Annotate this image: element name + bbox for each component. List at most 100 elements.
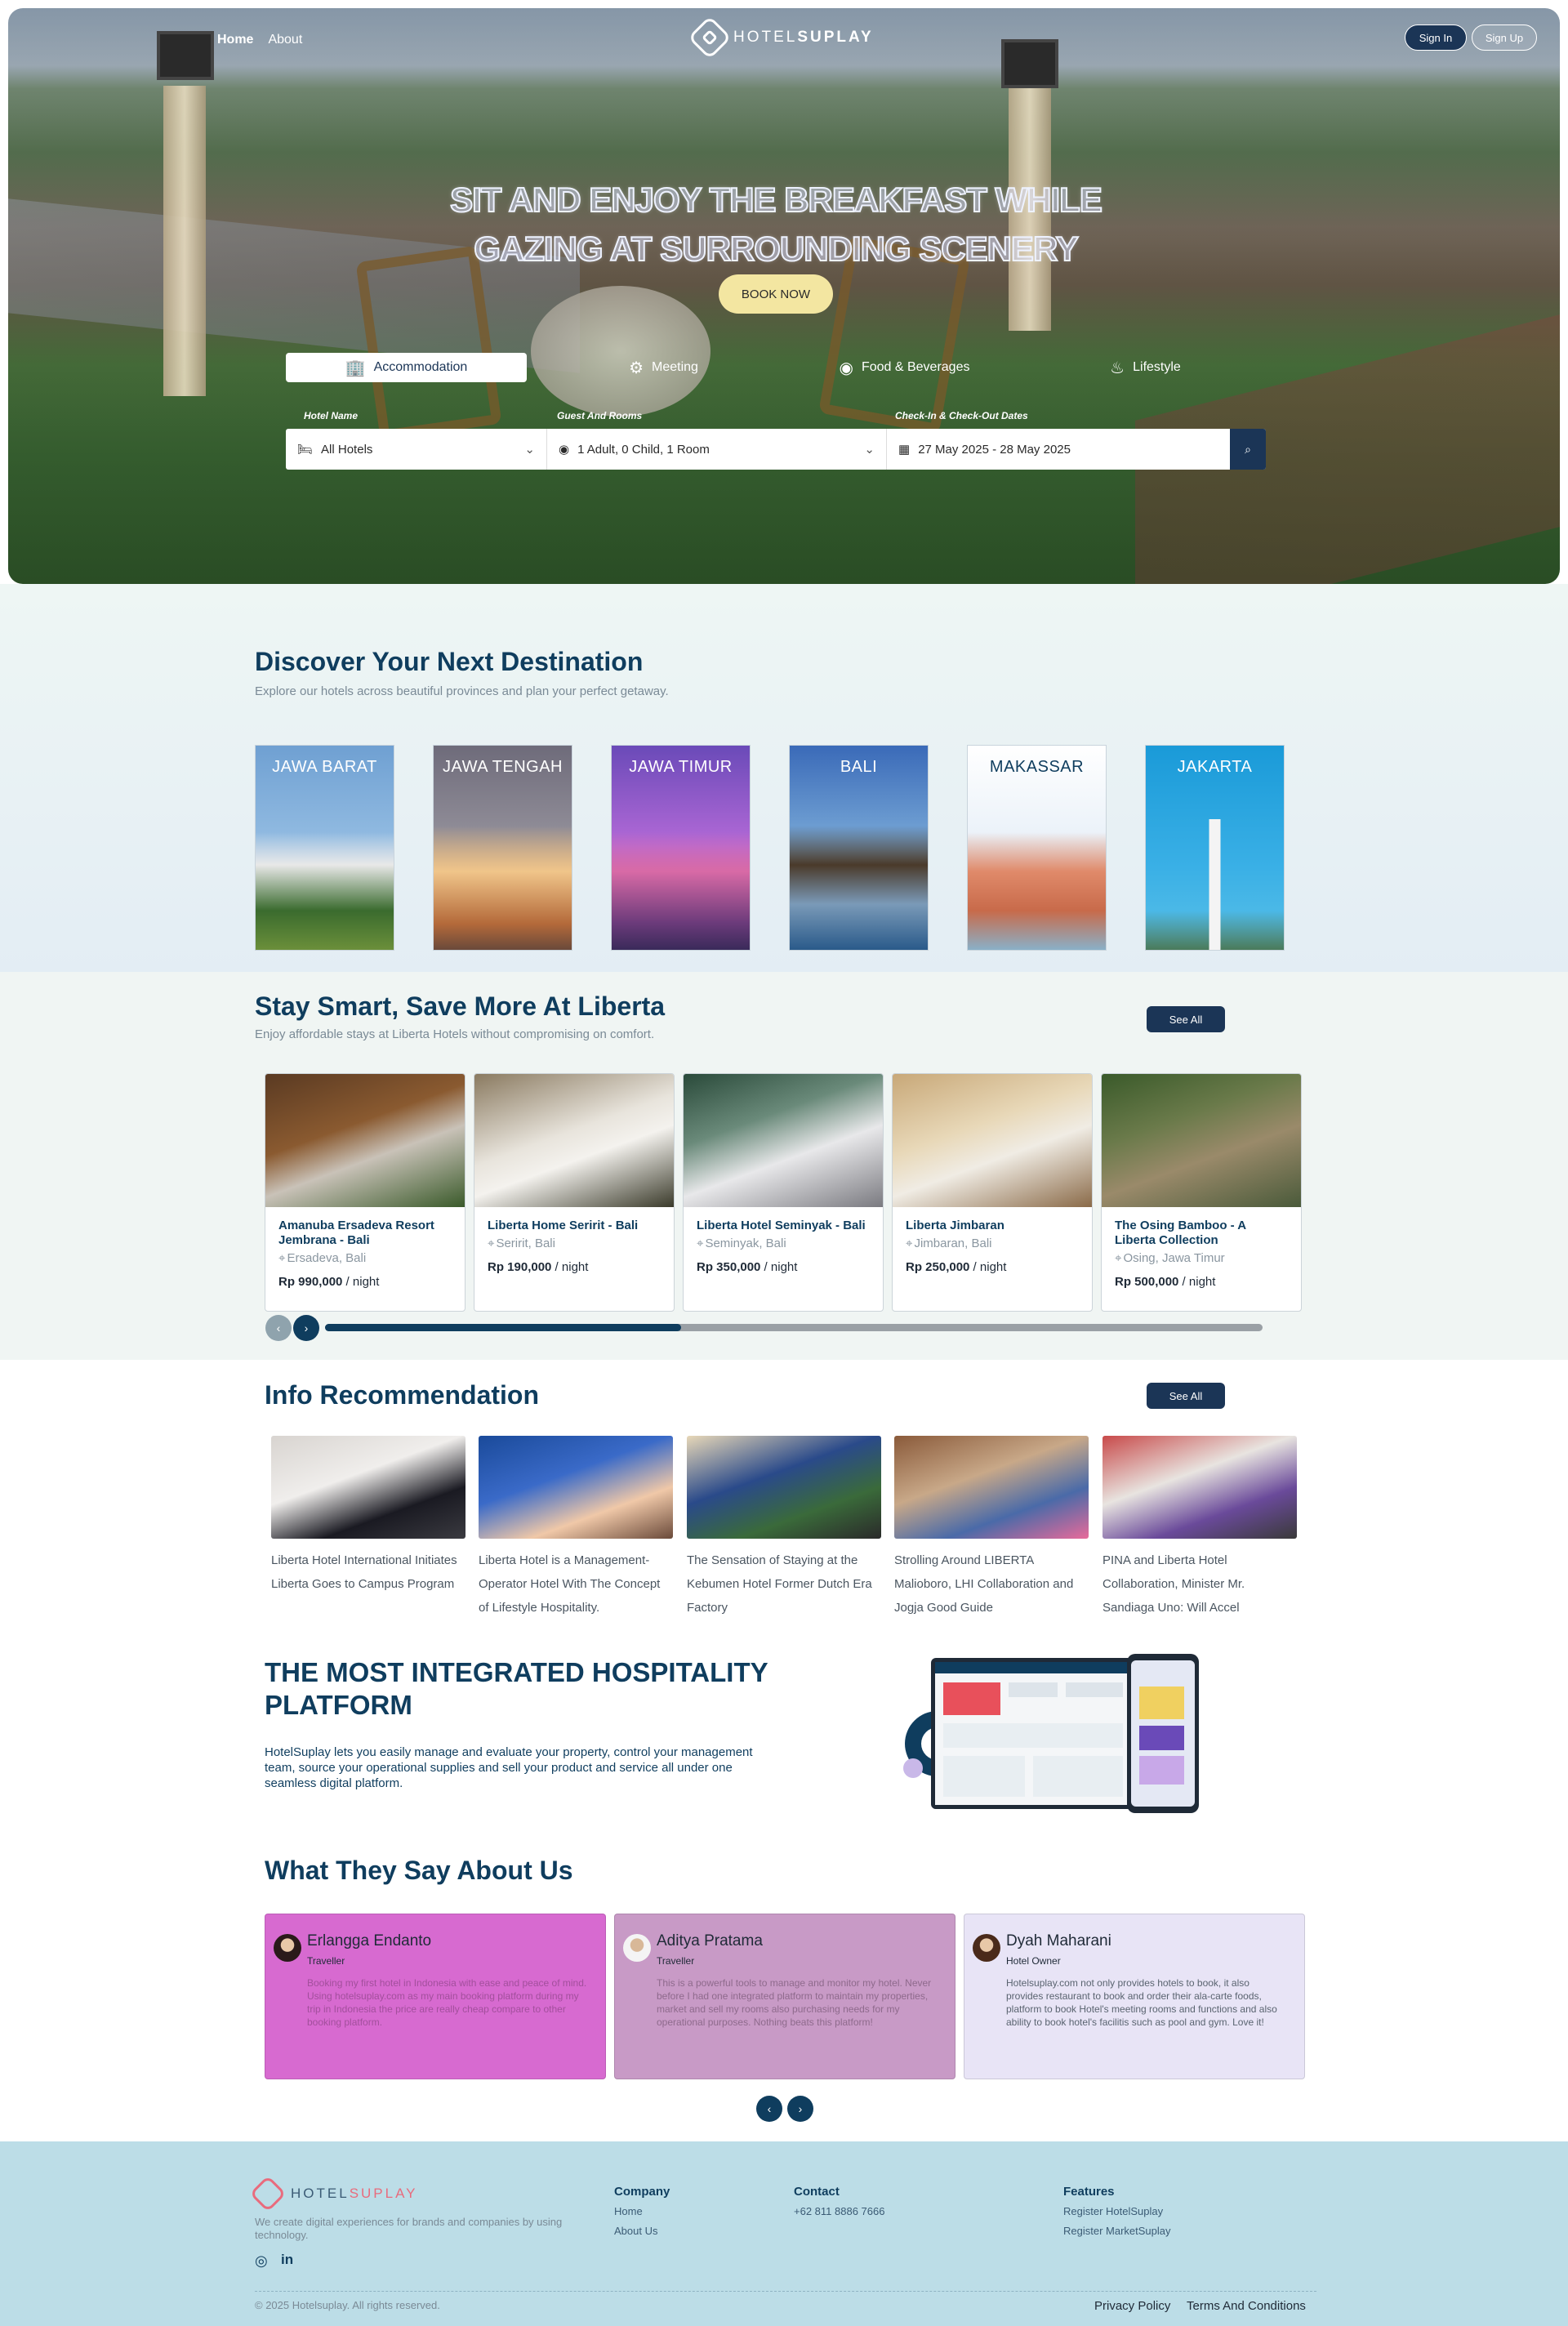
- testimonial-role: Traveller: [657, 1955, 695, 1967]
- hotel-location: ⌖ Ersadeva, Bali: [278, 1251, 367, 1265]
- hotel-card[interactable]: Amanuba Ersadeva Resort Jembrana - Bali …: [265, 1073, 466, 1312]
- gear-icon: ⚙: [629, 359, 644, 377]
- hotel-card[interactable]: Liberta Home Seririt - Bali ⌖ Seririt, Ba…: [474, 1073, 675, 1312]
- chevron-down-icon: ⌄: [524, 443, 535, 457]
- guest-rooms-select[interactable]: ◉ 1 Adult, 0 Child, 1 Room ⌄: [547, 429, 887, 470]
- chevron-right-icon: ›: [798, 2102, 803, 2115]
- hotel-image: [684, 1074, 883, 1207]
- platform-title: THE MOST INTEGRATED HOSPITALITY PLATFORM: [265, 1657, 768, 1720]
- article-title: Liberta Hotel is a Management-Operator H…: [479, 1553, 661, 1615]
- destination-card-makassar[interactable]: MAKASSAR: [967, 745, 1107, 951]
- destination-card-jawa-barat[interactable]: JAWA BARAT: [255, 745, 394, 951]
- info-see-all-button[interactable]: See All: [1147, 1383, 1225, 1409]
- hotel-name: Amanuba Ersadeva Resort Jembrana - Bali: [278, 1219, 434, 1247]
- hotel-card[interactable]: Liberta Hotel Seminyak - Bali ⌖ Seminyak,…: [683, 1073, 884, 1312]
- service-tabs: 🏢 Accommodation ⚙ Meeting ◉ Food & Bever…: [286, 353, 1266, 382]
- privacy-policy-link[interactable]: Privacy Policy: [1094, 2299, 1170, 2313]
- hotelsuplay-logo[interactable]: HOTELSUPLAY: [688, 16, 874, 60]
- hotel-name: The Osing Bamboo - A Liberta Collection: [1115, 1219, 1246, 1247]
- destination-card-bali[interactable]: BALI: [789, 745, 929, 951]
- carousel-next-button[interactable]: ›: [293, 1315, 319, 1341]
- guest-rooms-value: 1 Adult, 0 Child, 1 Room: [577, 442, 710, 457]
- tab-accommodation[interactable]: 🏢 Accommodation: [286, 353, 527, 382]
- main-nav: Home About: [217, 33, 302, 47]
- testimonial-next-button[interactable]: ›: [787, 2096, 813, 2122]
- hotel-name: Liberta Jimbaran: [906, 1219, 1004, 1232]
- hotel-select[interactable]: 🛏 All Hotels ⌄: [286, 429, 547, 470]
- destination-card-jakarta[interactable]: JAKARTA: [1145, 745, 1285, 951]
- book-now-button[interactable]: BOOK NOW: [719, 274, 833, 314]
- bed-icon: 🛏: [297, 443, 314, 457]
- tab-meeting[interactable]: ⚙ Meeting: [543, 353, 784, 382]
- article-card[interactable]: Strolling Around LIBERTA Malioboro, LHI …: [894, 1436, 1089, 1620]
- linkedin-icon[interactable]: in: [281, 2252, 293, 2268]
- testimonials-title: What They Say About Us: [265, 1856, 573, 1885]
- footer-phone[interactable]: +62 811 8886 7666: [794, 2205, 884, 2217]
- hero-lamp: [157, 31, 214, 80]
- terms-link[interactable]: Terms And Conditions: [1187, 2299, 1306, 2313]
- hotel-location: ⌖ Seririt, Bali: [488, 1237, 555, 1250]
- search-button[interactable]: ⌕: [1230, 429, 1266, 470]
- lifestyle-icon: ♨: [1110, 359, 1125, 377]
- footer-register-marketsuplay-link[interactable]: Register MarketSuplay: [1063, 2225, 1171, 2237]
- hotel-price: Rp 500,000 / night: [1115, 1275, 1216, 1289]
- footer-contact-title: Contact: [794, 2185, 840, 2199]
- hotel-location: ⌖ Osing, Jawa Timur: [1115, 1251, 1225, 1265]
- testimonial-quote: This is a powerful tools to manage and m…: [657, 1977, 932, 2028]
- destination-card-jawa-timur[interactable]: JAWA TIMUR: [611, 745, 751, 951]
- instagram-icon[interactable]: ◎: [255, 2252, 268, 2270]
- article-card[interactable]: The Sensation of Staying at the Kebumen …: [687, 1436, 881, 1620]
- destination-name: BALI: [840, 758, 878, 776]
- stay-title: Stay Smart, Save More At Liberta: [255, 991, 666, 1021]
- destination-image: [434, 819, 572, 950]
- footer-features-title: Features: [1063, 2185, 1115, 2199]
- destination-name: JAWA TENGAH: [442, 758, 563, 776]
- carousel-prev-button[interactable]: ‹: [265, 1315, 292, 1341]
- tab-label: Food & Beverages: [861, 360, 970, 374]
- footer-tagline: We create digital experiences for brands…: [255, 2216, 563, 2241]
- chevron-down-icon: ⌄: [864, 443, 875, 457]
- testimonial-role: Traveller: [307, 1955, 345, 1967]
- destination-name: JAWA TIMUR: [629, 758, 733, 776]
- tab-label: Meeting: [652, 360, 698, 374]
- hotel-location: ⌖ Jimbaran, Bali: [906, 1237, 992, 1250]
- hero-lamp: [1001, 39, 1058, 88]
- logo-mark-icon: [249, 2175, 287, 2212]
- avatar: [623, 1934, 651, 1962]
- hotel-card[interactable]: The Osing Bamboo - A Liberta Collection …: [1101, 1073, 1302, 1312]
- sign-in-button[interactable]: Sign In: [1405, 25, 1467, 51]
- footer-logo[interactable]: HOTELSUPLAY: [249, 2175, 418, 2212]
- sign-up-button[interactable]: Sign Up: [1472, 25, 1537, 51]
- hotel-image: [474, 1074, 674, 1207]
- hotel-name: Liberta Home Seririt - Bali: [488, 1219, 639, 1232]
- nav-home-link[interactable]: Home: [217, 33, 253, 47]
- tab-lifestyle[interactable]: ♨ Lifestyle: [1025, 353, 1266, 382]
- page: { "nav": {"home": "Home", "about": "Abou…: [0, 0, 1568, 2326]
- stay-see-all-button[interactable]: See All: [1147, 1006, 1225, 1032]
- location-pin-icon: ⌖: [697, 1237, 704, 1250]
- carousel-scroll-thumb[interactable]: [325, 1324, 682, 1331]
- chevron-left-icon: ‹: [276, 1321, 281, 1335]
- tab-food-beverages[interactable]: ◉ Food & Beverages: [784, 353, 1025, 382]
- carousel-scrollbar[interactable]: [325, 1324, 1263, 1331]
- footer-home-link[interactable]: Home: [614, 2205, 643, 2217]
- article-card[interactable]: Liberta Hotel is a Management-Operator H…: [479, 1436, 673, 1620]
- hotel-price: Rp 990,000 / night: [278, 1275, 380, 1289]
- nav-about-link[interactable]: About: [268, 33, 302, 47]
- date-range-picker[interactable]: ▦ 27 May 2025 - 28 May 2025: [887, 429, 1230, 470]
- footer-about-link[interactable]: About Us: [614, 2225, 657, 2237]
- testimonial-card: Erlangga Endanto Traveller Booking my fi…: [265, 1914, 606, 2079]
- footer-register-hotelsuplay-link[interactable]: Register HotelSuplay: [1063, 2205, 1163, 2217]
- destination-image: [612, 819, 750, 950]
- destination-card-jawa-tengah[interactable]: JAWA TENGAH: [433, 745, 572, 951]
- chevron-right-icon: ›: [304, 1321, 309, 1335]
- destination-image: [968, 819, 1106, 950]
- testimonial-prev-button[interactable]: ‹: [756, 2096, 782, 2122]
- destination-name: MAKASSAR: [989, 758, 1085, 776]
- article-card[interactable]: Liberta Hotel International Initiates Li…: [271, 1436, 466, 1596]
- stay-subtitle: Enjoy affordable stays at Liberta Hotels…: [255, 1027, 655, 1041]
- testimonial-card: Aditya Pratama Traveller This is a power…: [614, 1914, 956, 2079]
- hotel-card[interactable]: Liberta Jimbaran ⌖ Jimbaran, Bali Rp 250,…: [892, 1073, 1093, 1312]
- destination-name: JAKARTA: [1177, 758, 1253, 776]
- article-card[interactable]: PINA and Liberta Hotel Collaboration, Mi…: [1102, 1436, 1297, 1620]
